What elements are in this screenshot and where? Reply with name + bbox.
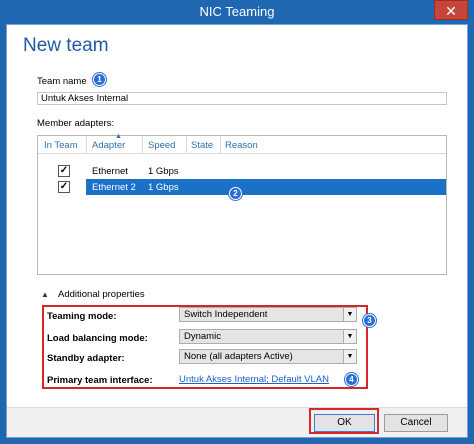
team-name-label: Team name [37,76,87,87]
chevron-down-icon[interactable]: ▼ [343,350,356,363]
column-header-adapter[interactable]: Adapter [92,140,125,151]
teaming-mode-label: Teaming mode: [47,311,117,322]
column-divider [86,136,87,154]
cancel-button[interactable]: Cancel [384,414,448,432]
load-balancing-select[interactable]: Dynamic ▼ [179,329,357,344]
column-header-state[interactable]: State [191,140,213,151]
load-balancing-label: Load balancing mode: [47,333,148,344]
nic-teaming-window: NIC Teaming ✕ New team Team name 1 Membe… [0,0,474,444]
team-name-input[interactable] [37,92,447,105]
standby-adapter-label: Standby adapter: [47,353,125,364]
adapter-speed: 1 Gbps [148,182,179,193]
teaming-mode-select[interactable]: Switch Independent ▼ [179,307,357,322]
in-team-checkbox[interactable]: ✓ [58,181,70,193]
callout-badge-2: 2 [229,187,242,200]
collapse-arrow-icon[interactable]: ▲ [41,290,49,299]
load-balancing-value: Dynamic [184,331,221,342]
standby-adapter-value: None (all adapters Active) [184,351,293,362]
standby-adapter-select[interactable]: None (all adapters Active) ▼ [179,349,357,364]
chevron-down-icon[interactable]: ▼ [343,330,356,343]
column-divider [186,136,187,154]
close-icon[interactable]: ✕ [434,0,468,20]
callout-badge-3: 3 [363,314,376,327]
adapter-speed: 1 Gbps [148,166,179,177]
column-header-reason[interactable]: Reason [225,140,258,151]
table-row[interactable]: ✓ Ethernet 1 Gbps [38,163,446,179]
primary-team-interface-label: Primary team interface: [47,375,153,386]
table-row-selected[interactable]: ✓ Ethernet 2 1 Gbps [38,179,446,195]
teaming-mode-value: Switch Independent [184,309,268,320]
column-divider [142,136,143,154]
member-adapters-grid: ▲ In Team Adapter Speed State Reason ✓ E… [37,133,447,275]
adapter-name: Ethernet 2 [92,182,136,193]
column-header-in-team[interactable]: In Team [44,140,78,151]
column-divider [220,136,221,154]
window-title: NIC Teaming [199,4,275,19]
callout-badge-1: 1 [93,73,106,86]
dialog-client-area: New team Team name 1 Member adapters: ▲ … [6,24,468,438]
chevron-down-icon[interactable]: ▼ [343,308,356,321]
selection-highlight [86,179,446,195]
primary-team-interface-link[interactable]: Untuk Akses Internal; Default VLAN [179,374,329,385]
page-title: New team [23,35,109,56]
adapter-name: Ethernet [92,166,128,177]
member-adapters-label: Member adapters: [37,118,115,129]
ok-button[interactable]: OK [314,414,375,432]
in-team-checkbox[interactable]: ✓ [58,165,70,177]
column-header-speed[interactable]: Speed [148,140,175,151]
title-bar: NIC Teaming ✕ [0,0,474,24]
sort-up-icon: ▲ [115,133,122,140]
grid-header: ▲ In Team Adapter Speed State Reason [38,133,446,154]
additional-properties-toggle[interactable]: Additional properties [58,289,145,300]
callout-badge-4: 4 [345,373,358,386]
